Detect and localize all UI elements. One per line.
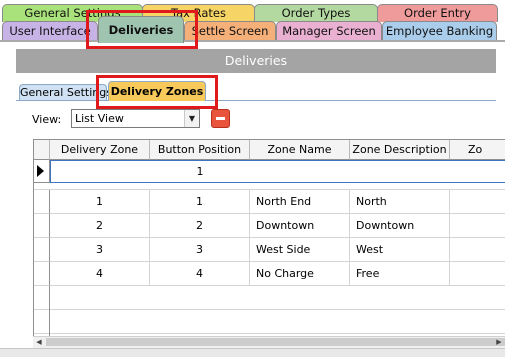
row-selector[interactable] (34, 238, 50, 262)
minus-icon (216, 117, 225, 120)
empty-row (34, 310, 505, 334)
subtab-divider (16, 100, 496, 101)
new-row-button-position[interactable]: 1 (150, 160, 250, 183)
empty-row (34, 286, 505, 310)
cell-zone-description[interactable]: West (350, 238, 450, 262)
row-selector[interactable] (34, 214, 50, 238)
cell-zone-extra[interactable] (450, 238, 505, 262)
row-selector[interactable] (34, 262, 50, 286)
view-select[interactable]: List View ▼ (71, 109, 200, 128)
new-row[interactable] (50, 160, 505, 183)
cell-zone-description[interactable]: Free (350, 262, 450, 286)
cell-zone-description[interactable]: North (350, 190, 450, 214)
grid-header-corner (34, 140, 50, 160)
column-header-button-position[interactable]: Button Position (150, 140, 250, 160)
cell-button-position[interactable]: 2 (150, 214, 250, 238)
bottom-status-bar (0, 348, 505, 357)
cell-button-position[interactable]: 4 (150, 262, 250, 286)
cell-zone-extra[interactable] (450, 262, 505, 286)
scroll-left-icon[interactable]: ◀ (33, 337, 45, 348)
scrollbar-thumb[interactable] (46, 338, 505, 346)
column-header-zone-description[interactable]: Zone Description (350, 140, 450, 160)
tab-manager-screen[interactable]: Manager Screen (276, 21, 382, 40)
horizontal-scrollbar[interactable]: ◀ ▶ (33, 336, 505, 348)
subtab-general-settings[interactable]: General Settings (19, 84, 112, 100)
cell-zone-name[interactable]: No Charge (250, 262, 350, 286)
scroll-right-icon[interactable]: ▶ (493, 337, 505, 348)
tab-order-entry[interactable]: Order Entry (377, 4, 498, 22)
row-selector[interactable] (34, 190, 50, 214)
tab-order-types[interactable]: Order Types (254, 4, 378, 22)
cell-zone-extra[interactable] (450, 190, 505, 214)
cell-button-position[interactable]: 3 (150, 238, 250, 262)
current-row-arrow-icon (37, 165, 44, 177)
view-select-value: List View (75, 112, 124, 125)
tab-settle-screen[interactable]: Settle Screen (184, 21, 276, 40)
cell-zone-extra[interactable] (450, 214, 505, 238)
tab-employee-banking[interactable]: Employee Banking (382, 21, 497, 40)
cell-zone-description[interactable]: Downtown (350, 214, 450, 238)
row-selector-current[interactable] (34, 160, 50, 183)
cell-zone-name[interactable]: North End (250, 190, 350, 214)
cell-delivery-zone[interactable]: 4 (50, 262, 150, 286)
tab-deliveries[interactable]: Deliveries (98, 16, 184, 43)
delivery-zones-grid: Delivery Zone Button Position Zone Name … (33, 139, 505, 344)
remove-button[interactable] (211, 109, 230, 128)
new-row-spacer (34, 183, 505, 190)
section-header: Deliveries (16, 49, 496, 73)
chevron-down-icon[interactable]: ▼ (184, 110, 199, 127)
cell-zone-name[interactable]: Downtown (250, 214, 350, 238)
cell-delivery-zone[interactable]: 2 (50, 214, 150, 238)
column-header-zone-name[interactable]: Zone Name (250, 140, 350, 160)
cell-delivery-zone[interactable]: 1 (50, 190, 150, 214)
subtab-delivery-zones[interactable]: Delivery Zones (108, 81, 206, 101)
tab-user-interface[interactable]: User Interface (2, 21, 98, 40)
column-header-zone-extra[interactable]: Zo (450, 140, 505, 160)
cell-delivery-zone[interactable]: 3 (50, 238, 150, 262)
view-label: View: (32, 113, 62, 126)
column-header-delivery-zone[interactable]: Delivery Zone (50, 140, 150, 160)
cell-button-position[interactable]: 1 (150, 190, 250, 214)
cell-zone-name[interactable]: West Side (250, 238, 350, 262)
